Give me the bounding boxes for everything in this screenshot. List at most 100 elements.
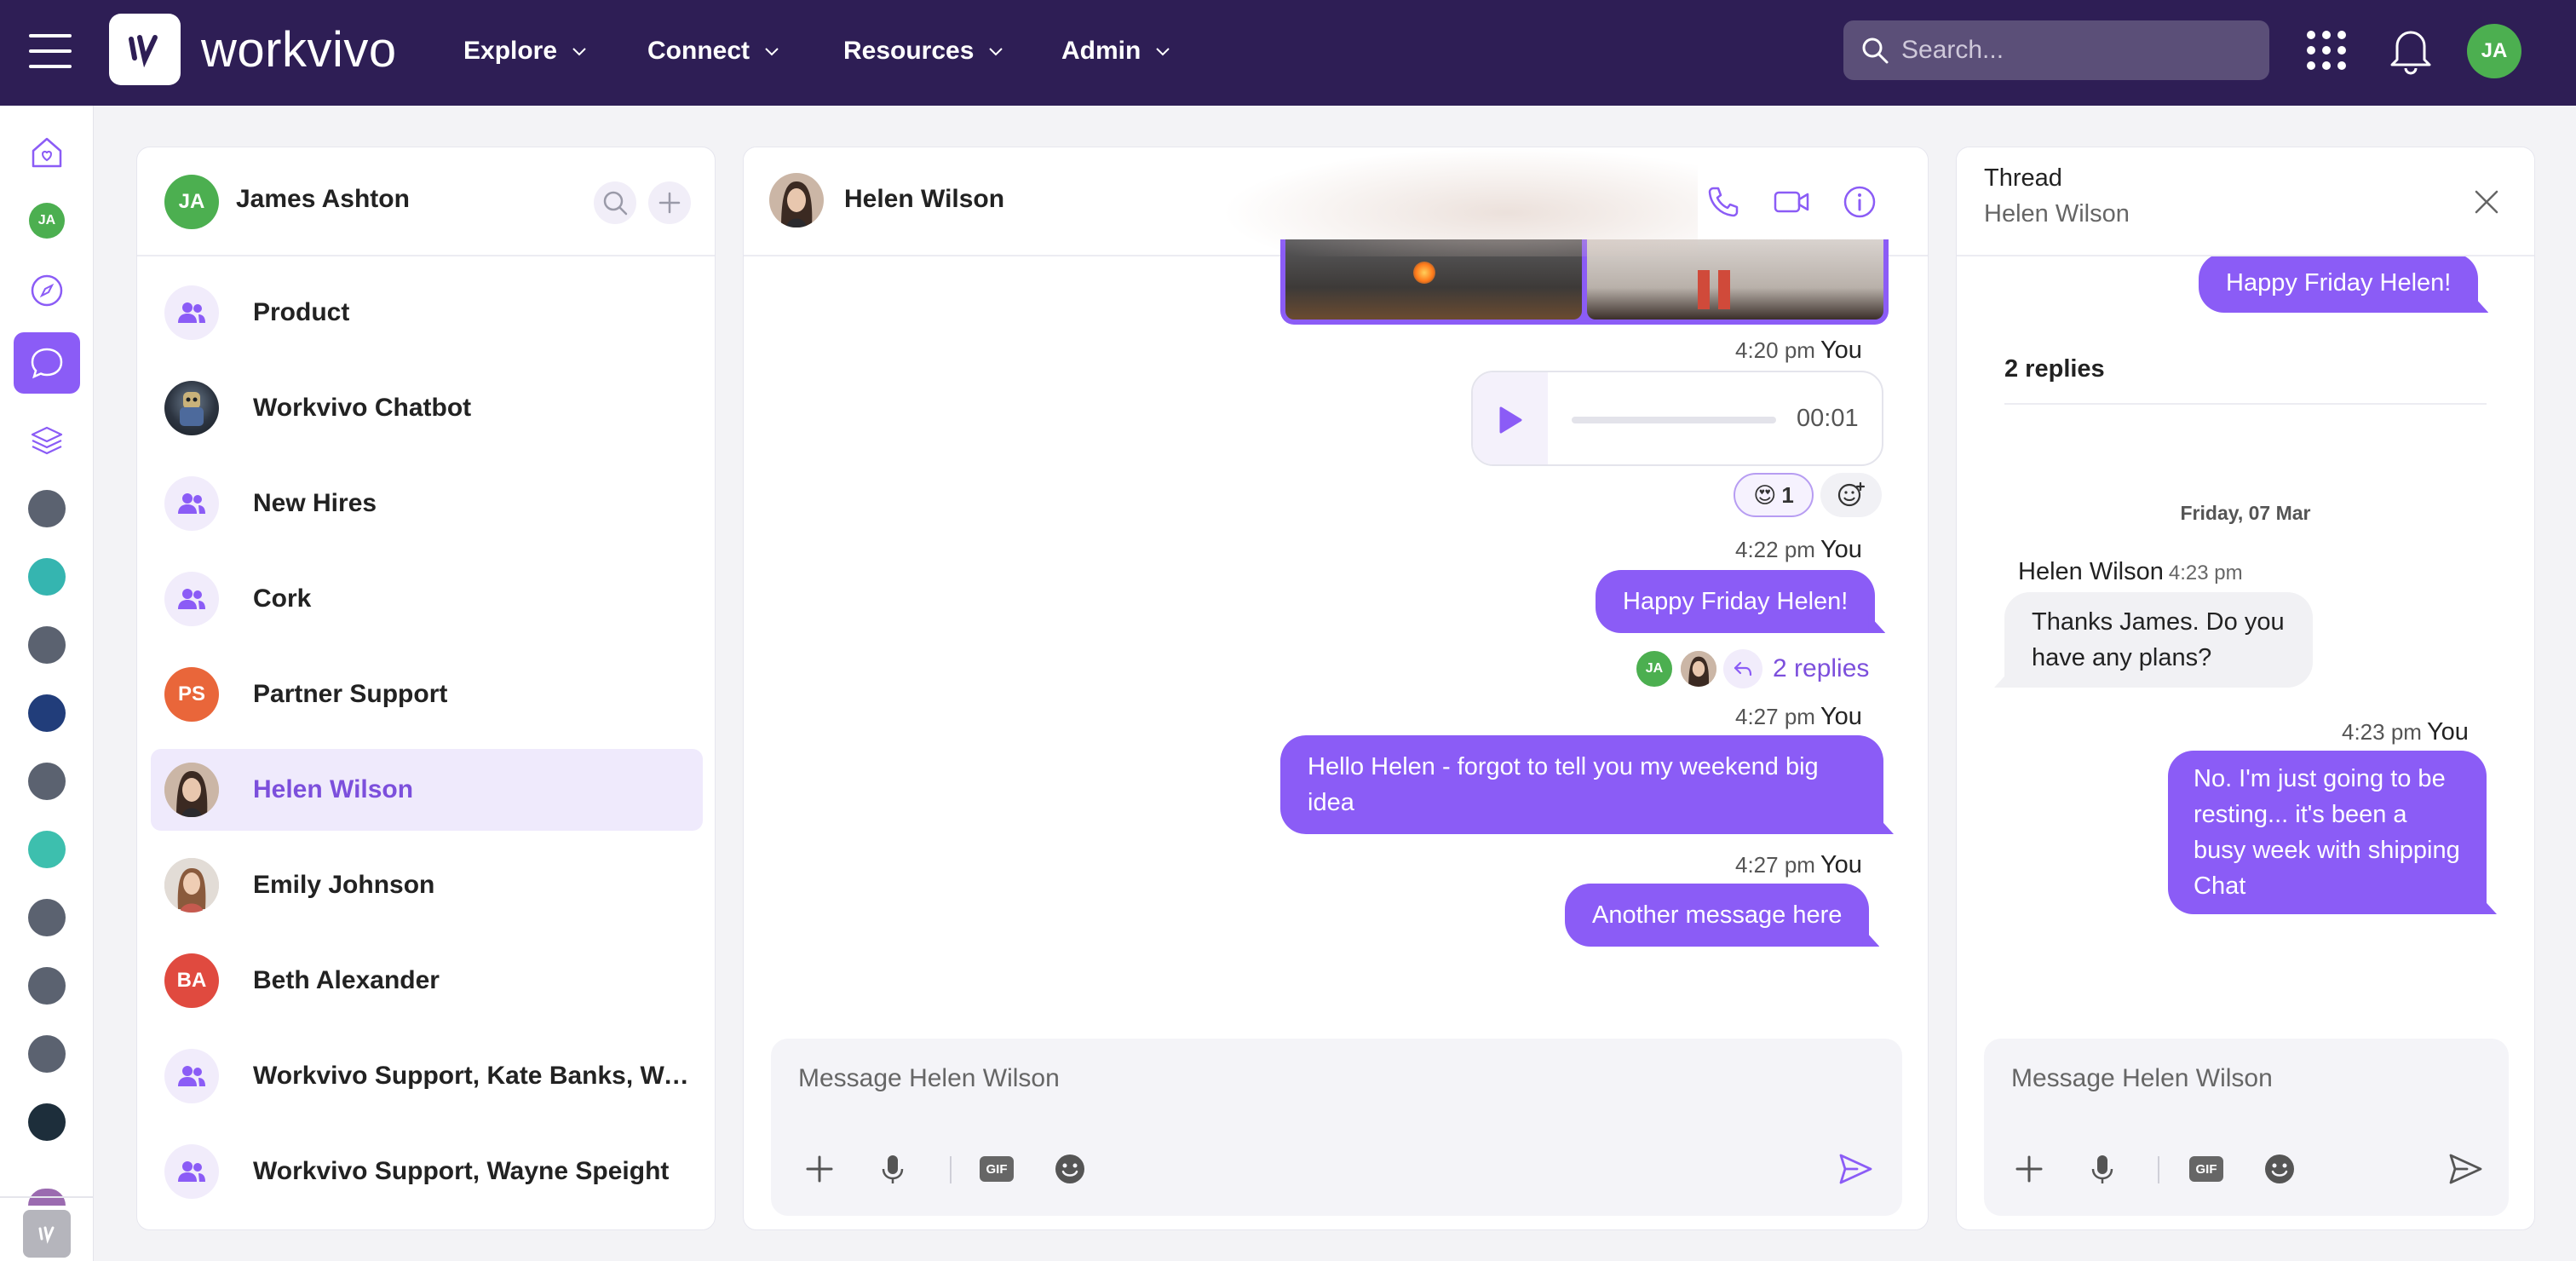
conversation-item[interactable]: New Hires — [151, 463, 703, 544]
gif-button[interactable]: GIF — [975, 1148, 1018, 1190]
image-attachment-message[interactable] — [1280, 239, 1889, 325]
close-icon[interactable] — [2466, 181, 2507, 222]
chevron-down-icon — [1156, 48, 1170, 56]
reply-icon — [1723, 649, 1762, 688]
conversation-item[interactable]: Product — [151, 272, 703, 354]
video-call-icon[interactable] — [1771, 181, 1812, 222]
explore-compass-icon[interactable] — [26, 269, 68, 312]
microphone-icon[interactable] — [871, 1148, 914, 1190]
conversation-name: Partner Support — [253, 680, 448, 708]
outgoing-reply-bubble[interactable]: No. I'm just going to be resting... it's… — [2168, 751, 2487, 914]
emily-johnson-avatar — [164, 858, 219, 913]
conversation-item[interactable]: BA Beth Alexander — [151, 940, 703, 1022]
toolbar-divider — [950, 1156, 952, 1183]
attach-plus-icon[interactable] — [798, 1148, 841, 1190]
message-time: 4:22 pm — [1735, 537, 1815, 562]
workvivo-logo-icon[interactable] — [109, 14, 181, 85]
conversation-item-active[interactable]: Helen Wilson — [151, 749, 703, 831]
message-time: 4:20 pm — [1735, 337, 1815, 363]
message-bubble[interactable]: Another message here — [1565, 884, 1870, 947]
play-button[interactable] — [1473, 372, 1548, 464]
microphone-icon[interactable] — [2081, 1148, 2124, 1190]
attached-photo-sunset[interactable] — [1285, 239, 1582, 320]
message-meta: 4:27 pm You — [1735, 851, 1862, 879]
nav-resources[interactable]: Resources — [843, 32, 1006, 70]
conversation-name: Emily Johnson — [253, 871, 435, 899]
message-bubble[interactable]: Hello Helen - forgot to tell you my week… — [1280, 735, 1883, 834]
space-4-icon[interactable] — [26, 692, 68, 734]
user-avatar[interactable]: JA — [2467, 24, 2521, 78]
nav-connect[interactable]: Connect — [647, 32, 782, 70]
nav-admin[interactable]: Admin — [1061, 32, 1173, 70]
rail-profile[interactable]: JA — [26, 199, 68, 242]
conversation-item[interactable]: Emily Johnson — [151, 844, 703, 926]
thread-message-input[interactable] — [2011, 1064, 2431, 1093]
workvivo-small-logo-icon[interactable] — [23, 1210, 71, 1258]
message-input[interactable] — [798, 1064, 1704, 1093]
app-grid-icon[interactable] — [2305, 29, 2348, 72]
send-icon[interactable] — [1834, 1148, 1877, 1190]
menu-icon[interactable] — [29, 31, 73, 73]
space-5-icon[interactable] — [26, 760, 68, 803]
reaction-emoji: 😍 — [1753, 481, 1777, 508]
reaction-count: 1 — [1781, 481, 1794, 508]
beth-alexander-avatar: BA — [164, 953, 219, 1008]
replies-link[interactable]: 2 replies — [1773, 654, 1869, 683]
space-8-icon[interactable] — [26, 964, 68, 1007]
incoming-reply-bubble[interactable]: Thanks James. Do you have any plans? — [2004, 592, 2313, 688]
attach-plus-icon[interactable] — [2008, 1148, 2050, 1190]
conversation-item[interactable]: Workvivo Support, Kate Banks, Wayne Spei… — [151, 1035, 703, 1117]
thread-composer: GIF — [1984, 1039, 2509, 1216]
attached-photo-person[interactable] — [1587, 239, 1883, 320]
message-sender: You — [1820, 536, 1862, 563]
space-2-icon[interactable] — [26, 556, 68, 598]
space-3-icon[interactable] — [26, 624, 68, 666]
space-9-icon[interactable] — [26, 1033, 68, 1075]
gif-label: GIF — [980, 1156, 1014, 1182]
voice-message: 00:01 — [1471, 371, 1883, 466]
contact-avatar[interactable] — [769, 173, 824, 227]
send-icon[interactable] — [2444, 1148, 2487, 1190]
reply-sender: Helen Wilson — [2018, 558, 2164, 585]
group-icon — [164, 572, 219, 626]
chatbot-avatar — [164, 381, 219, 435]
space-1-icon[interactable] — [26, 487, 68, 530]
layers-icon[interactable] — [26, 419, 68, 462]
space-11-icon[interactable] — [26, 1164, 68, 1206]
conversation-item[interactable]: Cork — [151, 558, 703, 640]
space-6-icon[interactable] — [26, 828, 68, 871]
space-7-icon[interactable] — [26, 896, 68, 939]
message-bubble[interactable]: Happy Friday Helen! — [1596, 570, 1876, 633]
thread-subtitle: Helen Wilson — [1984, 200, 2130, 227]
reply-meta: Helen Wilson 4:23 pm — [2018, 558, 2243, 586]
notifications-bell-icon[interactable] — [2387, 26, 2435, 75]
phone-call-icon[interactable] — [1703, 181, 1744, 222]
thread-root-message[interactable]: Happy Friday Helen! — [2199, 253, 2479, 313]
my-avatar[interactable]: JA — [164, 175, 219, 229]
gif-label: GIF — [2189, 1156, 2223, 1182]
space-10-icon[interactable] — [26, 1101, 68, 1143]
new-conversation-button[interactable] — [648, 181, 691, 224]
thread-replies-summary[interactable]: JA 2 replies — [1635, 647, 1869, 691]
home-icon[interactable] — [26, 131, 68, 174]
search-conversations-button[interactable] — [594, 181, 636, 224]
conversation-item[interactable]: Workvivo Chatbot — [151, 367, 703, 449]
emoji-icon[interactable] — [2258, 1148, 2301, 1190]
info-icon[interactable] — [1839, 181, 1880, 222]
thread-header: Thread Helen Wilson — [1957, 147, 2534, 256]
search-input[interactable] — [1901, 36, 2242, 65]
chat-nav-active[interactable] — [14, 332, 80, 394]
nav-connect-label: Connect — [647, 37, 750, 65]
conversation-item[interactable]: PS Partner Support — [151, 654, 703, 735]
group-icon — [164, 476, 219, 531]
emoji-icon[interactable] — [1049, 1148, 1091, 1190]
conversation-item[interactable]: Workvivo Support, Wayne Speight — [151, 1131, 703, 1212]
nav-explore[interactable]: Explore — [463, 32, 589, 70]
audio-progress-track[interactable] — [1572, 417, 1776, 423]
reaction-badge[interactable]: 😍 1 — [1734, 473, 1814, 517]
add-reaction-button[interactable] — [1820, 473, 1882, 517]
nav-admin-label: Admin — [1061, 37, 1141, 65]
gif-button[interactable]: GIF — [2185, 1148, 2228, 1190]
thread-replies-count: 2 replies — [2004, 355, 2105, 383]
conversation-name: Beth Alexander — [253, 966, 440, 994]
